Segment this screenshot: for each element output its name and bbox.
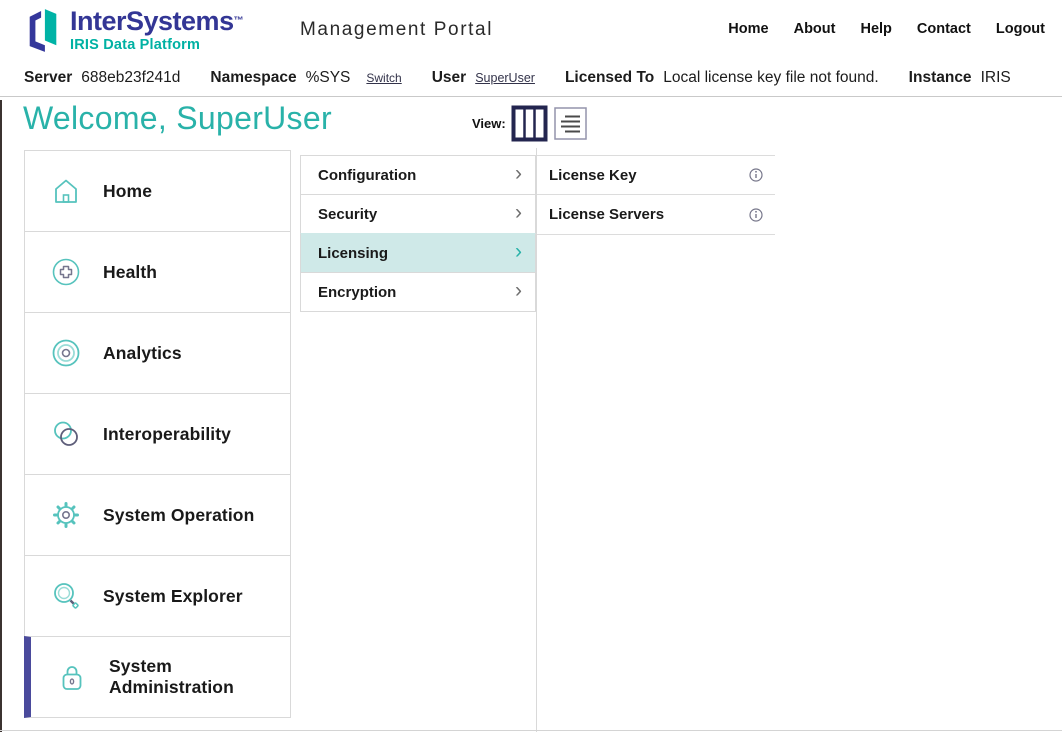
main-menu: Home Health Analytics	[24, 150, 291, 718]
brand-tagline: IRIS Data Platform	[70, 38, 244, 53]
menu-item-interoperability[interactable]: Interoperability	[24, 393, 291, 475]
home-icon	[51, 176, 81, 206]
submenu-item-label: Encryption	[318, 284, 396, 301]
submenu-item-encryption[interactable]: Encryption ›	[300, 272, 536, 312]
brand-name: InterSystems	[70, 6, 234, 36]
info-icon[interactable]	[749, 168, 763, 182]
top-header: InterSystems™ IRIS Data Platform Managem…	[0, 0, 1062, 60]
server-info: Server 688eb23f241d	[24, 69, 180, 87]
instance-value: IRIS	[981, 69, 1011, 87]
namespace-switch-link[interactable]: Switch	[366, 71, 401, 85]
namespace-value: %SYS	[306, 69, 351, 87]
submenu-item-security[interactable]: Security ›	[300, 194, 536, 234]
columns-view-icon	[511, 105, 548, 142]
licensing-detail-menu: License Key License Servers	[537, 155, 775, 235]
detail-item-label: License Servers	[549, 206, 664, 223]
intersystems-logo: InterSystems™ IRIS Data Platform	[24, 6, 244, 54]
admin-submenu: Configuration › Security › Licensing › E…	[300, 155, 536, 312]
content-area: Home Health Analytics	[0, 148, 1062, 732]
system-operation-icon	[51, 500, 81, 530]
menu-item-system-administration[interactable]: System Administration	[24, 636, 291, 718]
logo-text: InterSystems™ IRIS Data Platform	[70, 6, 244, 53]
list-view-icon	[554, 107, 587, 140]
system-explorer-icon	[51, 581, 81, 611]
nav-help-link[interactable]: Help	[860, 21, 891, 37]
analytics-icon	[51, 338, 81, 368]
user-profile-link[interactable]: SuperUser	[475, 71, 535, 85]
welcome-row: Welcome, SuperUser View:	[0, 97, 1062, 148]
submenu-item-label: Security	[318, 206, 377, 223]
columns-view-button[interactable]	[511, 105, 548, 142]
submenu-item-configuration[interactable]: Configuration ›	[300, 155, 536, 195]
intersystems-logo-icon	[24, 6, 62, 54]
menu-item-label: Health	[103, 262, 157, 283]
window-bottom-edge	[0, 730, 1062, 731]
licensed-to-value: Local license key file not found.	[663, 69, 878, 87]
page-title: Management Portal	[300, 19, 493, 41]
chevron-right-icon: ›	[515, 163, 522, 184]
list-view-button[interactable]	[554, 107, 587, 140]
chevron-right-icon: ›	[515, 241, 522, 262]
window-left-edge	[0, 100, 2, 732]
menu-item-label: Analytics	[103, 343, 182, 364]
user-info: User SuperUser	[432, 69, 535, 87]
nav-about-link[interactable]: About	[794, 21, 836, 37]
detail-item-license-servers[interactable]: License Servers	[537, 195, 775, 235]
menu-item-label: System Operation	[103, 505, 254, 526]
nav-logout-link[interactable]: Logout	[996, 21, 1045, 37]
management-portal-page: InterSystems™ IRIS Data Platform Managem…	[0, 0, 1062, 732]
menu-item-system-explorer[interactable]: System Explorer	[24, 555, 291, 637]
submenu-item-label: Configuration	[318, 167, 416, 184]
namespace-label: Namespace	[210, 69, 296, 87]
server-value: 688eb23f241d	[81, 69, 180, 87]
licensed-to-label: Licensed To	[565, 69, 654, 87]
welcome-heading: Welcome, SuperUser	[23, 100, 332, 137]
view-label: View:	[472, 116, 506, 131]
detail-item-label: License Key	[549, 167, 637, 184]
nav-contact-link[interactable]: Contact	[917, 21, 971, 37]
menu-item-label: Home	[103, 181, 152, 202]
instance-label: Instance	[909, 69, 972, 87]
chevron-right-icon: ›	[515, 202, 522, 223]
detail-item-license-key[interactable]: License Key	[537, 155, 775, 195]
menu-item-label: Interoperability	[103, 424, 231, 445]
submenu-item-licensing[interactable]: Licensing ›	[300, 233, 536, 273]
brand-trademark: ™	[234, 16, 244, 27]
server-label: Server	[24, 69, 72, 87]
chevron-right-icon: ›	[515, 280, 522, 301]
top-nav: Home About Help Contact Logout	[728, 21, 1045, 37]
menu-item-health[interactable]: Health	[24, 231, 291, 313]
menu-item-system-operation[interactable]: System Operation	[24, 474, 291, 556]
info-icon[interactable]	[749, 208, 763, 222]
nav-home-link[interactable]: Home	[728, 21, 768, 37]
menu-item-label: System Administration	[109, 656, 290, 698]
health-icon	[51, 257, 81, 287]
menu-item-analytics[interactable]: Analytics	[24, 312, 291, 394]
column-divider	[536, 148, 537, 732]
namespace-info: Namespace %SYS Switch	[210, 69, 401, 87]
server-info-bar: Server 688eb23f241d Namespace %SYS Switc…	[0, 60, 1062, 97]
instance-info: Instance IRIS	[909, 69, 1011, 87]
menu-item-home[interactable]: Home	[24, 150, 291, 232]
menu-item-label: System Explorer	[103, 586, 243, 607]
user-label: User	[432, 69, 466, 87]
system-administration-icon	[57, 662, 87, 692]
licensed-to-info: Licensed To Local license key file not f…	[565, 69, 879, 87]
interoperability-icon	[51, 419, 81, 449]
submenu-item-label: Licensing	[318, 245, 388, 262]
view-switcher: View:	[472, 105, 593, 142]
